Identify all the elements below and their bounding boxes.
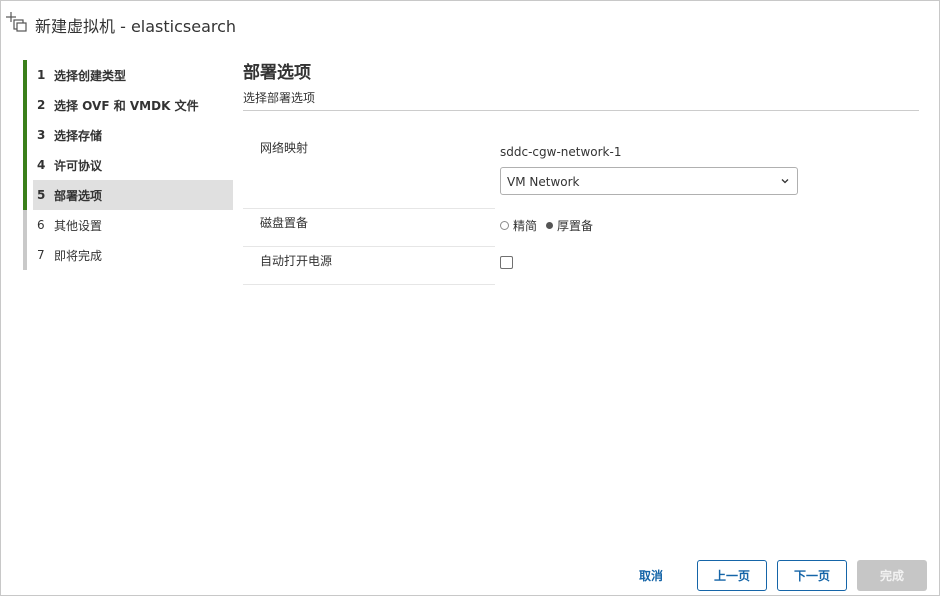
wizard-step-1[interactable]: 1 选择创建类型 [23, 60, 233, 90]
wizard-step-4[interactable]: 4 许可协议 [23, 150, 233, 180]
step-label: 选择创建类型 [54, 68, 127, 83]
thick-provision-label[interactable]: 厚置备 [557, 217, 593, 234]
new-vm-wizard-dialog: 新建虚拟机 - elasticsearch 1 选择创建类型 2 选择 OVF … [0, 0, 940, 596]
finish-button[interactable]: 完成 [857, 560, 927, 591]
auto-power-on-checkbox[interactable] [500, 256, 513, 269]
step-number: 5 [37, 188, 46, 202]
dialog-title: 新建虚拟机 - elasticsearch [35, 17, 237, 36]
cancel-button[interactable]: 取消 [629, 560, 673, 591]
new-vm-icon [6, 12, 27, 32]
thick-provision-radio[interactable] [546, 222, 554, 229]
network-mapping-label: 网络映射 [260, 141, 309, 155]
page-subtitle: 选择部署选项 [243, 91, 316, 105]
next-button[interactable]: 下一页 [777, 560, 847, 591]
disk-provisioning-label: 磁盘置备 [260, 216, 309, 230]
step-label: 即将完成 [54, 248, 103, 263]
step-label: 选择 OVF 和 VMDK 文件 [54, 98, 199, 113]
step-label: 选择存储 [54, 128, 103, 143]
step-label: 其他设置 [54, 218, 103, 233]
back-button[interactable]: 上一页 [697, 560, 767, 591]
network-select-value: VM Network [507, 175, 580, 189]
step-label: 部署选项 [54, 188, 103, 203]
thin-provision-radio[interactable] [500, 221, 509, 230]
step-number: 6 [37, 218, 45, 232]
auto-power-on-label: 自动打开电源 [260, 254, 333, 268]
wizard-step-7: 7 即将完成 [23, 240, 233, 270]
row-divider [243, 246, 495, 247]
step-number: 2 [37, 98, 46, 112]
wizard-step-2[interactable]: 2 选择 OVF 和 VMDK 文件 [23, 90, 233, 120]
chevron-down-icon [781, 179, 789, 184]
step-number: 7 [37, 248, 45, 262]
header-divider [243, 110, 919, 111]
wizard-step-3[interactable]: 3 选择存储 [23, 120, 233, 150]
step-number: 4 [37, 158, 46, 172]
thin-provision-label[interactable]: 精简 [513, 217, 537, 234]
network-select[interactable]: VM Network [500, 167, 798, 195]
row-divider [243, 284, 495, 285]
row-divider [243, 208, 495, 209]
wizard-step-5[interactable]: 5 部署选项 [23, 180, 233, 210]
step-label: 许可协议 [54, 158, 103, 173]
step-number: 3 [37, 128, 46, 142]
wizard-steps: 1 选择创建类型 2 选择 OVF 和 VMDK 文件 3 选择存储 4 许可协… [23, 60, 233, 270]
wizard-step-6: 6 其他设置 [23, 210, 233, 240]
page-title: 部署选项 [243, 63, 311, 83]
disk-provisioning-options: 精简 厚置备 [500, 217, 601, 234]
step-number: 1 [37, 68, 46, 82]
source-network-name: sddc-cgw-network-1 [500, 145, 622, 159]
